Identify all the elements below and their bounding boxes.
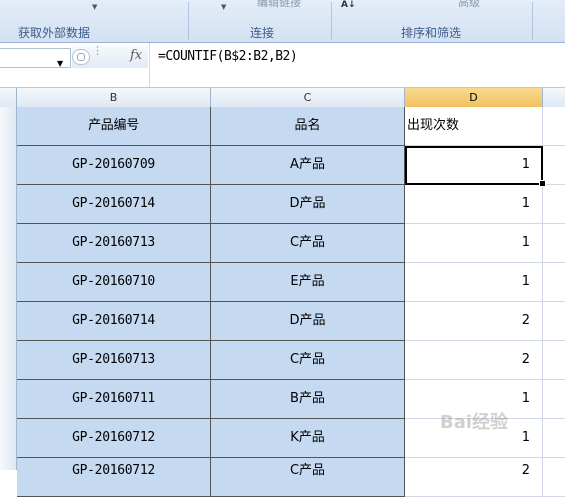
cell-product-code[interactable]: GP-20160709	[17, 146, 211, 185]
cell-product-name[interactable]: D产品	[211, 302, 405, 341]
ribbon-separator	[188, 2, 189, 40]
empty-cell[interactable]	[543, 107, 565, 146]
cell-count[interactable]: 1	[405, 185, 543, 224]
empty-cell[interactable]	[543, 224, 565, 263]
ribbon-group-external-data: ▼ 获取外部数据	[0, 0, 188, 42]
sort-az-icon[interactable]: A↓	[341, 0, 356, 10]
cell-product-code[interactable]: GP-20160712	[17, 458, 211, 497]
ribbon-group-sort-filter: A↓ 高级 排序和筛选	[333, 0, 531, 42]
empty-cell[interactable]	[543, 458, 565, 497]
empty-cell[interactable]	[543, 341, 565, 380]
column-header-row: B C D	[0, 88, 565, 108]
formula-input[interactable]: =COUNTIF(B$2:B2,B2)	[158, 49, 298, 64]
formula-bar: ▼ ⋮ fx =COUNTIF(B$2:B2,B2)	[0, 43, 565, 88]
cell-count[interactable]: 1	[405, 224, 543, 263]
cell-count[interactable]: 2	[405, 341, 543, 380]
edit-links-button[interactable]: 编辑链接	[257, 0, 301, 10]
ribbon-group-connections: ▼ 编辑链接 连接	[195, 0, 330, 42]
name-box-dropdown-icon[interactable]: ▼	[57, 59, 63, 68]
table-row: GP-20160714 D产品 1	[17, 185, 565, 224]
column-header-d[interactable]: D	[405, 88, 543, 107]
ribbon-group-label: 获取外部数据	[18, 26, 91, 40]
ribbon-group-label: 排序和筛选	[401, 26, 462, 40]
cell-product-code[interactable]: GP-20160710	[17, 263, 211, 302]
formula-separator	[149, 43, 150, 87]
table-row: GP-20160709 A产品 1	[17, 146, 565, 185]
cell-product-code[interactable]: GP-20160714	[17, 185, 211, 224]
formula-tools: ⋮ fx	[72, 44, 148, 68]
cell-product-code[interactable]: GP-20160712	[17, 419, 211, 458]
table-row: GP-20160710 E产品 1	[17, 263, 565, 302]
cell-product-code[interactable]: GP-20160714	[17, 302, 211, 341]
ribbon-group-label: 连接	[250, 26, 275, 40]
cell-product-code[interactable]: GP-20160713	[17, 224, 211, 263]
empty-cell[interactable]	[543, 263, 565, 302]
row-header-column	[0, 107, 17, 470]
fill-handle[interactable]	[539, 180, 546, 187]
name-box[interactable]: ▼	[0, 48, 71, 68]
select-all-corner[interactable]	[0, 88, 17, 107]
empty-cell[interactable]	[543, 185, 565, 224]
cell-count[interactable]: 2	[405, 302, 543, 341]
cell-count[interactable]: 1	[405, 263, 543, 302]
cell-product-name[interactable]: C产品	[211, 341, 405, 380]
cell-product-name[interactable]: D产品	[211, 185, 405, 224]
column-header-b[interactable]: B	[17, 88, 211, 107]
cell-product-name[interactable]: B产品	[211, 380, 405, 419]
column-header-c[interactable]: C	[211, 88, 405, 107]
watermark: Bai经验	[440, 412, 509, 433]
ribbon-separator	[331, 2, 332, 40]
empty-cell[interactable]	[543, 146, 565, 185]
cell-count[interactable]: 2	[405, 458, 543, 497]
cell-product-code[interactable]: GP-20160713	[17, 341, 211, 380]
dropdown-arrow-icon[interactable]: ▼	[92, 3, 97, 11]
cell-product-name[interactable]: C产品	[211, 224, 405, 263]
cell-product-name[interactable]: E产品	[211, 263, 405, 302]
table-row: GP-20160714 D产品 2	[17, 302, 565, 341]
table-row: GP-20160713 C产品 2	[17, 341, 565, 380]
expand-icon[interactable]	[72, 49, 90, 65]
cell-product-name[interactable]: C产品	[211, 458, 405, 497]
dropdown-arrow-icon[interactable]: ▼	[221, 3, 226, 11]
table-row: GP-20160713 C产品 1	[17, 224, 565, 263]
advanced-filter-button[interactable]: 高级	[458, 0, 480, 10]
empty-cell[interactable]	[543, 302, 565, 341]
table-row: GP-20160712 C产品 2	[17, 458, 565, 497]
cell-product-name[interactable]: A产品	[211, 146, 405, 185]
ribbon: ▼ 获取外部数据 ▼ 编辑链接 连接 A↓ 高级 排序和筛选	[0, 0, 565, 43]
cell-product-name[interactable]: K产品	[211, 419, 405, 458]
empty-cell[interactable]	[543, 380, 565, 419]
column-header-e[interactable]	[543, 88, 565, 107]
header-cell-count[interactable]: 出现次数	[405, 107, 543, 146]
grip-icon: ⋮	[92, 44, 103, 57]
insert-function-button[interactable]: fx	[130, 48, 142, 63]
header-cell-product-code[interactable]: 产品编号	[17, 107, 211, 146]
table-header-row: 产品编号 品名 出现次数	[17, 107, 565, 146]
cell-product-code[interactable]: GP-20160711	[17, 380, 211, 419]
empty-cell[interactable]	[543, 419, 565, 458]
ribbon-separator	[532, 2, 533, 40]
header-cell-product-name[interactable]: 品名	[211, 107, 405, 146]
active-cell-count[interactable]: 1	[405, 146, 543, 185]
